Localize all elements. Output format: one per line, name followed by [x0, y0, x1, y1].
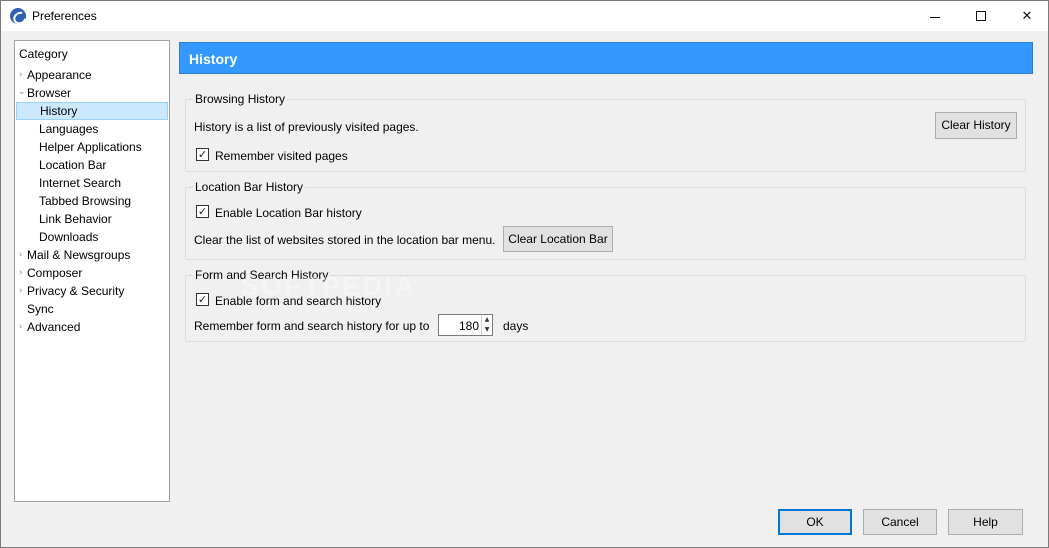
maximize-button[interactable] [958, 1, 1004, 31]
tree-item-link-behavior[interactable]: Link Behavior [39, 210, 112, 228]
tree-item-mail-newsgroups[interactable]: Mail & Newsgroups [27, 246, 130, 264]
stepper-arrows[interactable]: ▲ ▼ [481, 315, 492, 335]
maximize-icon [976, 11, 986, 21]
location-bar-description: Clear the list of websites stored in the… [194, 233, 496, 247]
tree-item-advanced[interactable]: Advanced [27, 318, 80, 336]
group-title: Location Bar History [193, 180, 306, 194]
tree-item-history[interactable]: History [16, 102, 168, 120]
cancel-button[interactable]: Cancel [863, 509, 937, 535]
group-title: Browsing History [193, 92, 288, 106]
days-stepper[interactable]: 180 ▲ ▼ [438, 314, 493, 336]
title-bar[interactable]: Preferences ✕ [1, 1, 1048, 31]
chevron-right-icon[interactable]: › [19, 264, 27, 282]
enable-form-history-checkbox[interactable]: ✓ [196, 293, 209, 306]
chevron-right-icon[interactable]: › [19, 66, 27, 84]
tree-item-downloads[interactable]: Downloads [39, 228, 98, 246]
ok-button[interactable]: OK [778, 509, 852, 535]
minimize-icon [930, 16, 940, 18]
category-header: Category [19, 47, 68, 61]
tree-item-appearance[interactable]: Appearance [27, 66, 92, 84]
enable-location-bar-label[interactable]: Enable Location Bar history [215, 206, 362, 220]
close-button[interactable]: ✕ [1004, 1, 1049, 31]
minimize-button[interactable] [912, 1, 958, 31]
window-title: Preferences [32, 9, 97, 23]
chevron-right-icon[interactable]: › [19, 246, 27, 264]
tree-item-sync[interactable]: Sync [27, 300, 54, 318]
preferences-window: Preferences ✕ Category › Appearance ⌄ Br… [0, 0, 1049, 548]
days-suffix-label: days [503, 319, 529, 333]
tree-item-languages[interactable]: Languages [39, 120, 98, 138]
tree-item-tabbed-browsing[interactable]: Tabbed Browsing [39, 192, 131, 210]
close-icon: ✕ [1021, 8, 1033, 24]
page-title: History [189, 51, 238, 67]
tree-item-privacy-security[interactable]: Privacy & Security [27, 282, 124, 300]
tree-item-internet-search[interactable]: Internet Search [39, 174, 121, 192]
browsing-history-description: History is a list of previously visited … [194, 120, 419, 134]
category-tree: Category › Appearance ⌄ Browser History … [14, 40, 170, 502]
remember-form-history-label: Remember form and search history for up … [194, 319, 430, 333]
section-header: History [179, 42, 1033, 74]
tree-item-browser[interactable]: Browser [27, 84, 71, 102]
remember-visited-label[interactable]: Remember visited pages [215, 149, 348, 163]
enable-location-bar-checkbox[interactable]: ✓ [196, 205, 209, 218]
stepper-up-icon[interactable]: ▲ [482, 315, 492, 325]
app-logo-icon [10, 8, 26, 24]
chevron-down-icon[interactable]: ⌄ [18, 83, 26, 101]
chevron-right-icon[interactable]: › [19, 282, 27, 300]
help-button[interactable]: Help [948, 509, 1023, 535]
tree-item-location-bar[interactable]: Location Bar [39, 156, 106, 174]
clear-history-button[interactable]: Clear History [935, 112, 1017, 139]
stepper-down-icon[interactable]: ▼ [482, 325, 492, 335]
tree-item-helper-applications[interactable]: Helper Applications [39, 138, 142, 156]
days-value[interactable]: 180 [459, 319, 479, 333]
watermark: SOFTPEDIA [241, 271, 417, 301]
clear-location-bar-button[interactable]: Clear Location Bar [503, 226, 613, 252]
tree-item-composer[interactable]: Composer [27, 264, 82, 282]
remember-visited-checkbox[interactable]: ✓ [196, 148, 209, 161]
chevron-right-icon[interactable]: › [19, 318, 27, 336]
